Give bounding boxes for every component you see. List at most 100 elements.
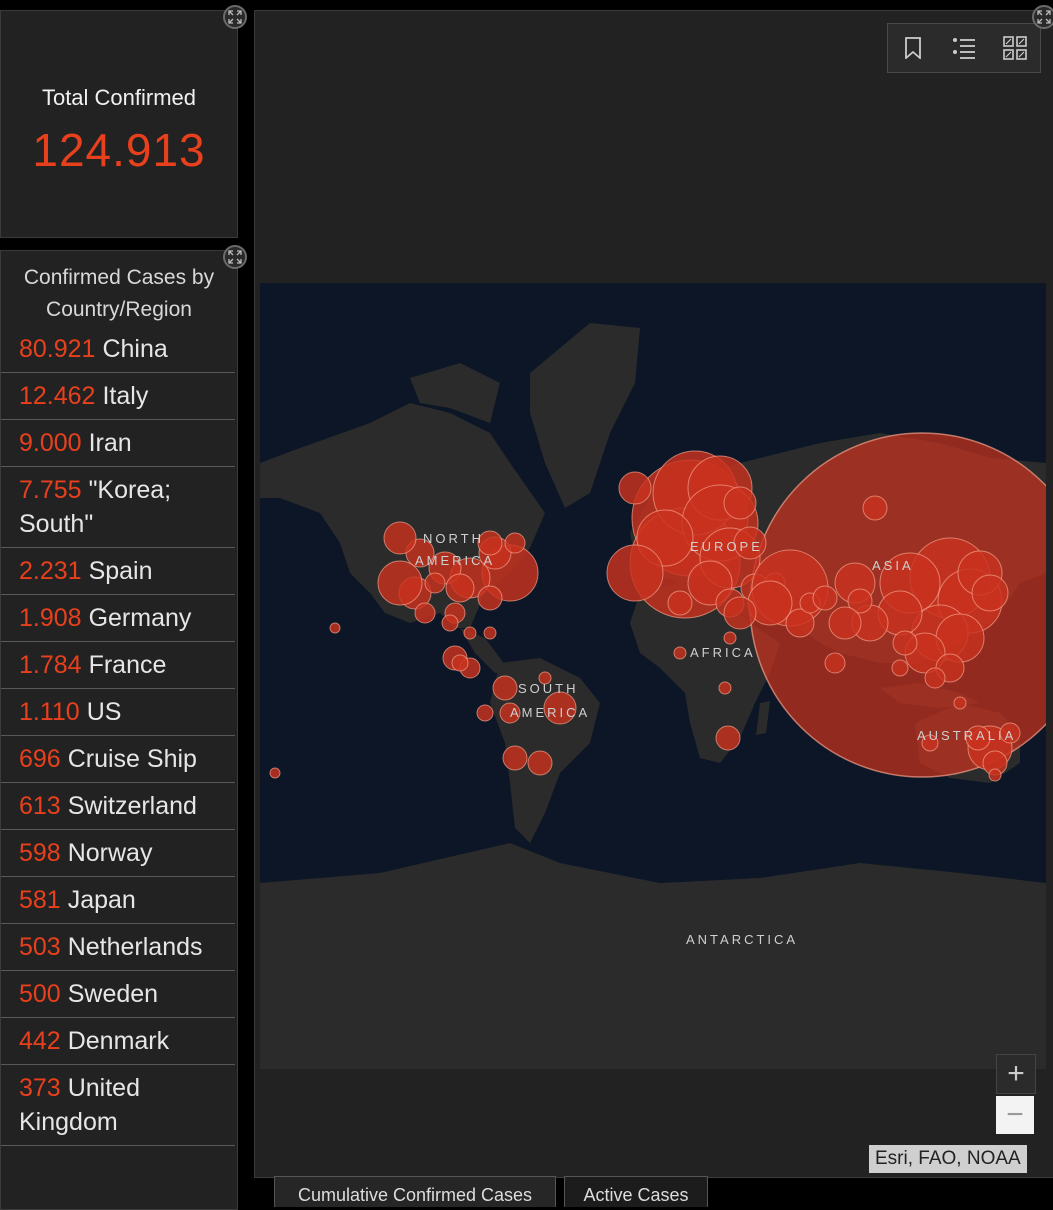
country-row[interactable]: 613 Switzerland (1, 783, 235, 830)
legend-button[interactable] (951, 35, 977, 61)
label-asia: ASIA (872, 558, 914, 573)
country-row[interactable]: 373 United Kingdom (1, 1065, 235, 1146)
country-row[interactable]: 80.921 China (1, 326, 235, 373)
case-bubble[interactable] (424, 572, 446, 594)
case-bubble[interactable] (618, 471, 652, 505)
bookmark-button[interactable] (900, 35, 926, 61)
country-count: 442 (19, 1027, 61, 1055)
country-row[interactable]: 1.784 France (1, 642, 235, 689)
basemap-gallery-button[interactable] (1002, 35, 1028, 61)
case-bubble[interactable] (953, 696, 967, 710)
map-basemap (260, 283, 1046, 1069)
country-count: 373 (19, 1074, 61, 1102)
case-bubble[interactable] (824, 652, 846, 674)
case-bubble[interactable] (812, 585, 838, 611)
heading-line-2: Country/Region (46, 298, 192, 321)
country-row[interactable]: 442 Denmark (1, 1018, 235, 1065)
case-bubble[interactable] (891, 659, 909, 677)
case-bubble[interactable] (476, 704, 494, 722)
label-africa: AFRICA (690, 645, 756, 660)
country-name: Japan (67, 886, 136, 914)
case-bubble[interactable] (723, 596, 757, 630)
case-bubble[interactable] (828, 606, 862, 640)
country-count: 2.231 (19, 557, 82, 585)
expand-map-button[interactable] (1032, 5, 1053, 29)
country-row[interactable]: 598 Norway (1, 830, 235, 877)
country-count: 598 (19, 839, 61, 867)
country-name: Italy (102, 382, 149, 410)
case-bubble[interactable] (414, 602, 436, 624)
country-row[interactable]: 500 Sweden (1, 971, 235, 1018)
country-row[interactable]: 696 Cruise Ship (1, 736, 235, 783)
country-count: 1.784 (19, 651, 82, 679)
country-count: 1.908 (19, 604, 82, 632)
total-confirmed-value: 124.913 (32, 124, 206, 176)
label-north-america-1: NORTH (423, 531, 484, 546)
case-bubble[interactable] (451, 654, 469, 672)
country-row[interactable]: 2.231 Spain (1, 548, 235, 595)
country-name: Iran (88, 429, 132, 457)
case-bubble[interactable] (988, 768, 1002, 782)
case-bubble[interactable] (924, 667, 946, 689)
country-row[interactable]: 1.110 US (1, 689, 235, 736)
case-bubble[interactable] (673, 646, 687, 660)
case-bubble[interactable] (383, 521, 417, 555)
heading-line-1: Confirmed Cases by (23, 266, 215, 289)
country-name: US (86, 698, 122, 726)
case-bubble[interactable] (504, 532, 526, 554)
case-bubble[interactable] (445, 573, 475, 603)
world-map[interactable]: NORTH AMERICA EUROPE ASIA AFRICA SOUTH A… (260, 283, 1046, 1069)
list-icon (952, 38, 975, 59)
country-name: France (88, 651, 167, 679)
expand-list-button[interactable] (223, 245, 247, 269)
zoom-out-button[interactable]: − (996, 1096, 1034, 1134)
case-bubble[interactable] (477, 585, 503, 611)
expand-icon (1037, 10, 1051, 24)
case-bubble[interactable] (862, 495, 888, 521)
label-antarctica: ANTARCTICA (686, 932, 799, 947)
country-name: Switzerland (67, 792, 197, 820)
case-bubble[interactable] (667, 590, 693, 616)
country-row[interactable]: 12.462 Italy (1, 373, 235, 420)
country-name: Sweden (67, 980, 159, 1008)
case-bubble[interactable] (463, 626, 477, 640)
tab-cumulative-confirmed[interactable]: Cumulative Confirmed Cases (274, 1176, 556, 1207)
case-bubble[interactable] (606, 544, 664, 602)
tab-active-cases[interactable]: Active Cases (564, 1176, 708, 1207)
case-bubble[interactable] (892, 630, 918, 656)
case-bubble[interactable] (971, 574, 1009, 612)
country-name: Norway (67, 839, 153, 867)
total-confirmed-label: Total Confirmed (41, 85, 197, 110)
country-name: Spain (88, 557, 153, 585)
case-bubble[interactable] (329, 622, 341, 634)
country-count: 9.000 (19, 429, 82, 457)
country-name: Cruise Ship (67, 745, 197, 773)
country-row[interactable]: 7.755 "Korea; South" (1, 467, 235, 548)
case-bubble[interactable] (483, 626, 497, 640)
case-bubble[interactable] (502, 745, 528, 771)
country-row[interactable]: 581 Japan (1, 877, 235, 924)
basemap-grid-icon (1002, 36, 1027, 60)
case-bubble[interactable] (527, 750, 553, 776)
case-bubble[interactable] (715, 725, 741, 751)
country-row[interactable]: 1.908 Germany (1, 595, 235, 642)
map-attribution: Esri, FAO, NOAA (869, 1145, 1027, 1173)
country-count: 613 (19, 792, 61, 820)
case-bubble[interactable] (269, 767, 281, 779)
country-row[interactable]: 9.000 Iran (1, 420, 235, 467)
expand-total-button[interactable] (223, 5, 247, 29)
label-south-america-1: SOUTH (518, 681, 579, 696)
country-count: 503 (19, 933, 61, 961)
country-list-heading: Confirmed Cases by Country/Region (1, 251, 237, 326)
case-bubble[interactable] (492, 675, 518, 701)
case-bubble[interactable] (718, 681, 732, 695)
case-bubble[interactable] (723, 631, 737, 645)
label-australia: AUSTRALIA (917, 728, 1017, 743)
country-list: 80.921 China 12.462 Italy 9.000 Iran 7.755 "Kor… (1, 326, 237, 1146)
expand-icon (228, 10, 242, 24)
country-row[interactable]: 503 Netherlands (1, 924, 235, 971)
zoom-in-button[interactable]: + (996, 1054, 1036, 1094)
country-count: 1.110 (19, 698, 80, 726)
case-bubble[interactable] (723, 486, 757, 520)
case-bubble[interactable] (441, 614, 459, 632)
